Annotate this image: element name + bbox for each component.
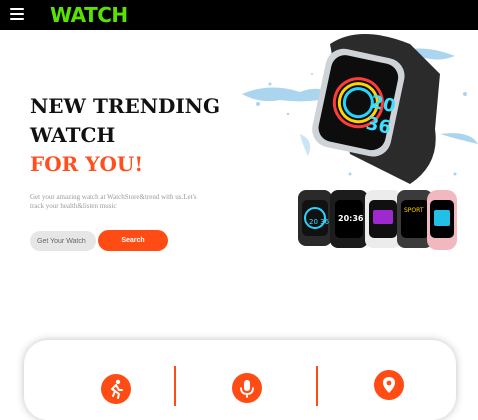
hero-title-line-2: WATCH — [30, 123, 116, 147]
small-watch-4-face: SPORT — [404, 207, 424, 214]
hero-title-line-1: NEW TRENDING — [30, 94, 221, 118]
small-watch-1-face: 20 36 — [309, 218, 330, 226]
location-pin-icon[interactable] — [374, 370, 404, 400]
running-icon[interactable] — [101, 374, 131, 404]
features-card — [24, 340, 456, 420]
microphone-icon[interactable] — [232, 373, 262, 403]
hero-title: NEW TRENDING WATCH FOR YOU! — [30, 92, 220, 179]
brand-logo[interactable]: WATCH — [50, 3, 128, 27]
watch-lineup-graphic: 20 36 20:36 SPORT — [298, 190, 457, 250]
top-navbar: WATCH — [0, 0, 478, 30]
hamburger-menu-icon[interactable] — [10, 8, 24, 20]
small-watch-2-face: 20:36 — [338, 214, 364, 223]
search-input[interactable] — [30, 231, 96, 251]
hero-watch-image: 20 36 20 36 20:36 SPORT — [242, 34, 478, 250]
hero-title-accent: FOR YOU! — [30, 152, 144, 176]
hero-description: Get your amazing watch at WatchStore&tre… — [30, 193, 197, 210]
feature-divider — [174, 366, 176, 406]
feature-divider — [316, 366, 318, 406]
search-button[interactable]: Search — [98, 230, 168, 251]
